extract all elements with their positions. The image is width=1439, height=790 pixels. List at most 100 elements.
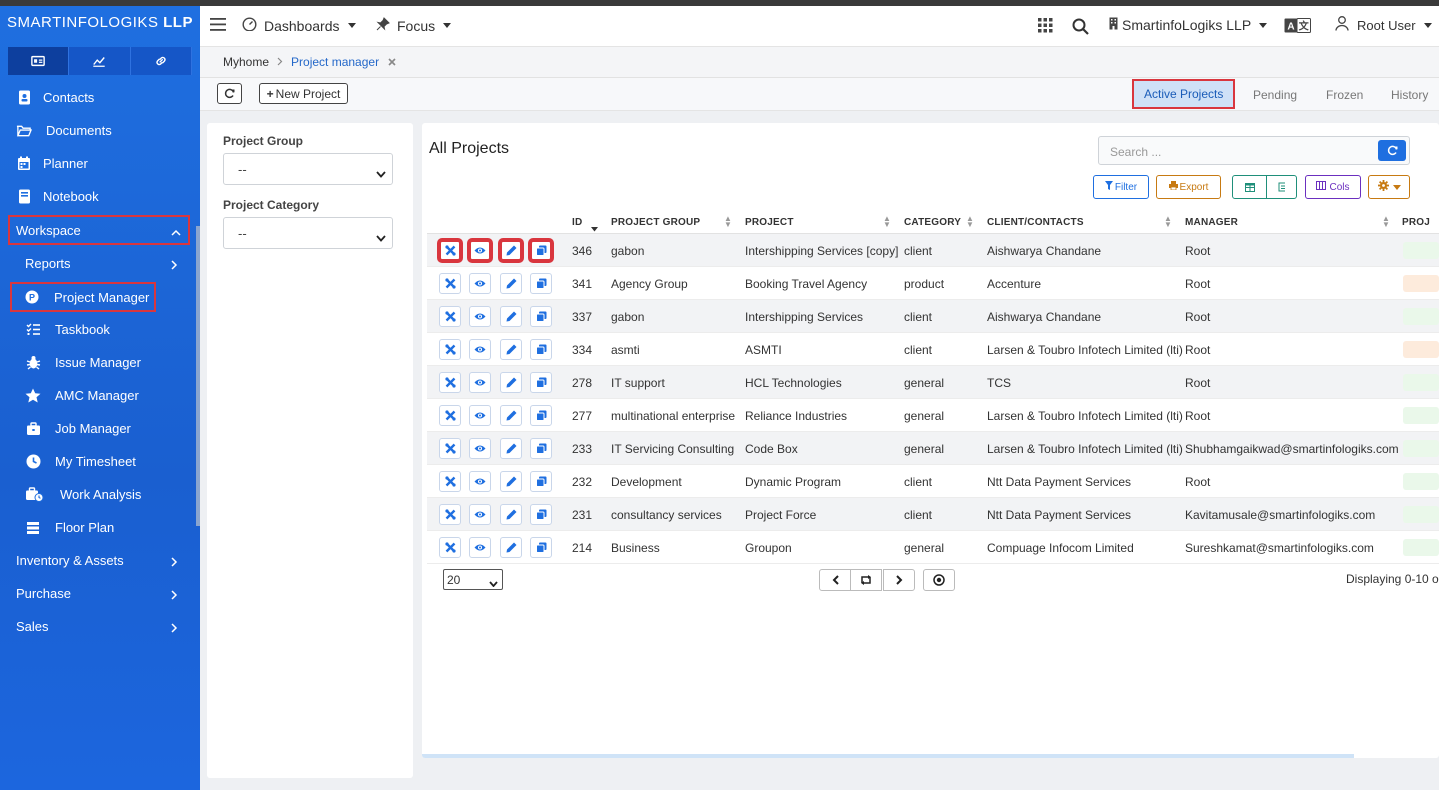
view-button[interactable] xyxy=(469,306,491,327)
tab-frozen[interactable]: Frozen xyxy=(1326,88,1363,102)
tab-analytics[interactable] xyxy=(69,47,131,75)
sidebar-scrollbar[interactable] xyxy=(196,226,200,526)
project-tools-button[interactable] xyxy=(439,471,461,492)
project-tools-button[interactable] xyxy=(439,438,461,459)
search-refresh-button[interactable] xyxy=(1378,140,1406,161)
tab-contacts-card[interactable] xyxy=(8,47,70,75)
view-button[interactable] xyxy=(469,405,491,426)
next-page-button[interactable] xyxy=(883,569,915,591)
clone-button[interactable] xyxy=(530,537,552,558)
edit-button[interactable] xyxy=(500,306,522,327)
list-view-button[interactable] xyxy=(1266,175,1297,199)
prev-page-button[interactable] xyxy=(819,569,851,591)
user-menu[interactable]: Root User xyxy=(1335,16,1432,34)
search-icon[interactable] xyxy=(1072,18,1089,38)
project-group-select[interactable]: -- xyxy=(223,153,393,185)
breadcrumb-current[interactable]: Project manager xyxy=(291,55,379,69)
edit-button[interactable] xyxy=(500,273,522,294)
clone-button[interactable] xyxy=(530,438,552,459)
col-project-group[interactable]: PROJECT GROUP xyxy=(611,217,700,228)
sidebar-item-work-analysis[interactable]: Work Analysis xyxy=(0,478,200,511)
sidebar-item-taskbook[interactable]: Taskbook xyxy=(0,313,200,346)
project-tools-button[interactable] xyxy=(439,306,461,327)
table-row[interactable]: 277 multinational enterprise Reliance Indu… xyxy=(427,399,1439,432)
sidebar-item-contacts[interactable]: Contacts xyxy=(0,81,200,114)
edit-button[interactable] xyxy=(500,438,522,459)
tab-active-projects[interactable]: Active Projects xyxy=(1134,81,1234,107)
sidebar-item-notebook[interactable]: Notebook xyxy=(0,180,200,213)
horizontal-scrollbar[interactable] xyxy=(422,754,1354,758)
hamburger-menu-icon[interactable] xyxy=(210,18,226,34)
edit-button[interactable] xyxy=(500,339,522,360)
table-row[interactable]: 337 gabon Intershipping Services client Aish… xyxy=(427,300,1439,333)
sort-icon[interactable]: ▲ ▼ xyxy=(1164,215,1172,229)
search-input[interactable]: Search ... xyxy=(1098,136,1410,165)
view-button[interactable] xyxy=(469,504,491,525)
table-row[interactable]: 214 Business Groupon general Compuage Infoco… xyxy=(427,531,1439,564)
project-tools-button[interactable] xyxy=(439,339,461,360)
clone-button[interactable] xyxy=(530,339,552,360)
project-tools-button[interactable] xyxy=(439,273,461,294)
sidebar-item-planner[interactable]: Planner xyxy=(0,147,200,180)
col-id[interactable]: ID xyxy=(572,217,582,228)
sidebar-item-purchase[interactable]: Purchase xyxy=(0,577,200,610)
tab-links[interactable] xyxy=(130,47,192,75)
sidebar-item-job-manager[interactable]: Job Manager xyxy=(0,412,200,445)
sort-desc-icon[interactable] xyxy=(591,221,598,235)
close-tab-icon[interactable] xyxy=(388,55,396,69)
clone-button[interactable] xyxy=(530,471,552,492)
view-button[interactable] xyxy=(469,471,491,492)
breadcrumb-home[interactable]: Myhome xyxy=(223,55,269,69)
sidebar-item-documents[interactable]: Documents xyxy=(0,114,200,147)
sidebar-item-inventory-assets[interactable]: Inventory & Assets xyxy=(0,544,200,577)
apps-grid-icon[interactable] xyxy=(1038,18,1053,36)
view-button[interactable] xyxy=(469,372,491,393)
page-size-select[interactable]: 20 xyxy=(443,569,503,590)
sidebar-item-my-timesheet[interactable]: My Timesheet xyxy=(0,445,200,478)
col-category[interactable]: CATEGORY xyxy=(904,217,961,228)
edit-button[interactable] xyxy=(500,240,522,261)
settings-button[interactable] xyxy=(1368,175,1410,199)
table-row[interactable]: 341 Agency Group Booking Travel Agency prod… xyxy=(427,267,1439,300)
clone-button[interactable] xyxy=(530,273,552,294)
reload-page-button[interactable] xyxy=(850,569,882,591)
tab-pending[interactable]: Pending xyxy=(1253,88,1297,102)
tab-history[interactable]: History xyxy=(1391,88,1428,102)
project-tools-button[interactable] xyxy=(439,537,461,558)
table-row[interactable]: 231 consultancy services Project Force clie… xyxy=(427,498,1439,531)
view-button[interactable] xyxy=(469,273,491,294)
table-row[interactable]: 346 gabon Intershipping Services [copy] cli… xyxy=(427,234,1439,267)
sidebar-item-issue-manager[interactable]: Issue Manager xyxy=(0,346,200,379)
col-project-status[interactable]: PROJ xyxy=(1402,217,1430,228)
new-project-button[interactable]: + New Project xyxy=(259,83,348,104)
grid-view-button[interactable] xyxy=(1232,175,1267,199)
project-tools-button[interactable] xyxy=(439,405,461,426)
table-row[interactable]: 233 IT Servicing Consulting Code Box genera… xyxy=(427,432,1439,465)
view-button[interactable] xyxy=(469,240,491,261)
sidebar-item-project-manager[interactable]: P Project Manager xyxy=(10,282,156,312)
clone-button[interactable] xyxy=(530,405,552,426)
dashboards-menu[interactable]: Dashboards xyxy=(242,17,356,34)
sort-icon[interactable]: ▲ ▼ xyxy=(883,215,891,229)
view-button[interactable] xyxy=(469,537,491,558)
sidebar-item-amc-manager[interactable]: AMC Manager xyxy=(0,379,200,412)
edit-button[interactable] xyxy=(500,504,522,525)
language-translate-icon[interactable]: A文 xyxy=(1284,18,1311,36)
sidebar-item-reports[interactable]: Reports xyxy=(0,247,200,280)
project-tools-button[interactable] xyxy=(439,372,461,393)
col-client-contacts[interactable]: CLIENT/CONTACTS xyxy=(987,217,1084,228)
view-button[interactable] xyxy=(469,438,491,459)
sidebar-item-workspace[interactable]: Workspace xyxy=(8,215,190,245)
table-row[interactable]: 232 Development Dynamic Program client Ntt D… xyxy=(427,465,1439,498)
clone-button[interactable] xyxy=(530,504,552,525)
col-manager[interactable]: MANAGER xyxy=(1185,217,1238,228)
table-row[interactable]: 278 IT support HCL Technologies general TCS R… xyxy=(427,366,1439,399)
clone-button[interactable] xyxy=(530,240,552,261)
project-category-select[interactable]: -- xyxy=(223,217,393,249)
record-target-button[interactable] xyxy=(923,569,955,591)
sort-icon[interactable]: ▲ ▼ xyxy=(1382,215,1390,229)
export-button[interactable]: Export xyxy=(1156,175,1221,199)
edit-button[interactable] xyxy=(500,372,522,393)
filter-button[interactable]: Filter xyxy=(1093,175,1149,199)
project-tools-button[interactable] xyxy=(439,240,461,261)
